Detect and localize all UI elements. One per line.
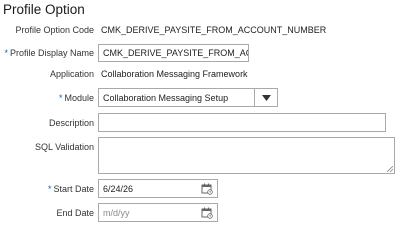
module-label: * Module (58, 93, 94, 103)
profile-option-code-value: CMK_DERIVE_PAYSITE_FROM_ACCOUNT_NUMBER (101, 25, 327, 35)
start-date-input[interactable]: 6/24/26 (98, 179, 218, 198)
end-date-label: End Date (56, 208, 94, 218)
calendar-icon[interactable] (201, 207, 213, 219)
sql-validation-textarea[interactable] (98, 137, 395, 174)
module-select-value: Collaboration Messaging Setup (103, 92, 229, 103)
required-indicator: * (47, 184, 52, 194)
module-dropdown-button[interactable] (254, 89, 277, 106)
module-select[interactable]: Collaboration Messaging Setup (98, 88, 278, 107)
end-date-input[interactable]: m/d/yy (98, 203, 218, 222)
sql-validation-label: SQL Validation (34, 142, 94, 152)
profile-display-name-input[interactable]: CMK_DERIVE_PAYSITE_FROM_ACC (98, 44, 249, 62)
application-label: Application (49, 69, 94, 79)
calendar-icon[interactable] (201, 183, 213, 195)
application-value: Collaboration Messaging Framework (101, 69, 248, 79)
description-input[interactable] (98, 113, 386, 132)
start-date-label: * Start Date (47, 184, 94, 194)
resize-handle-icon[interactable] (387, 166, 393, 172)
description-label: Description (48, 118, 94, 128)
required-indicator: * (4, 48, 8, 58)
required-indicator: * (58, 93, 63, 103)
profile-option-code-label: Profile Option Code (15, 25, 94, 35)
page-title: Profile Option (3, 2, 85, 17)
profile-display-name-label: * Profile Display Name (4, 48, 94, 58)
chevron-down-icon (261, 94, 271, 101)
